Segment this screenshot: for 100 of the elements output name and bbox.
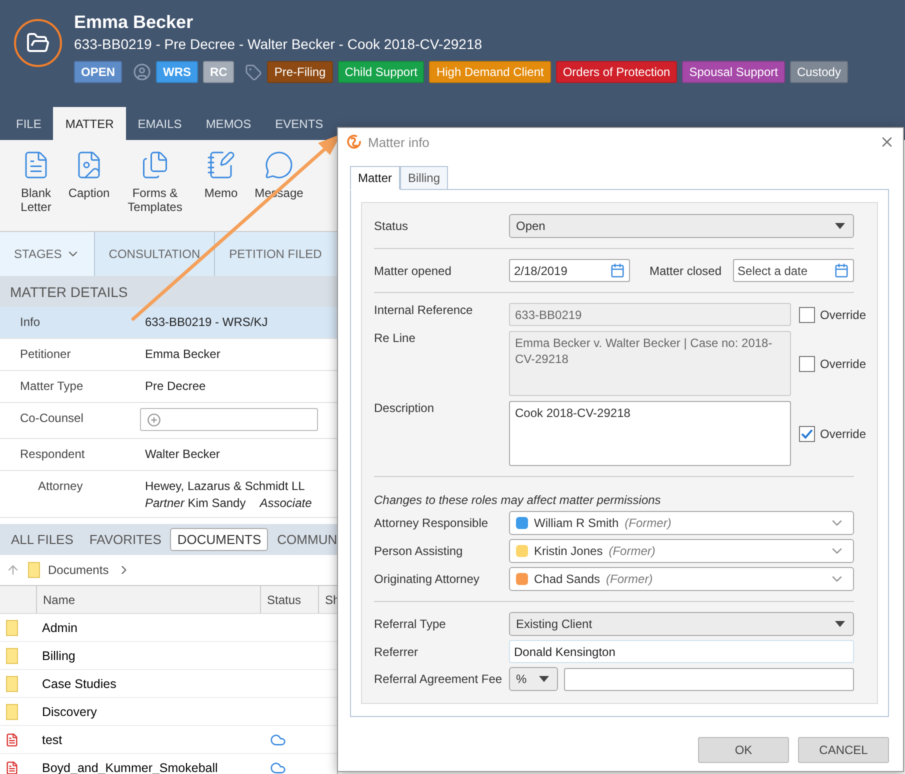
- field-label: Status: [374, 219, 410, 233]
- column-header[interactable]: Status: [260, 586, 318, 613]
- date-field[interactable]: Select a date: [732, 259, 854, 282]
- menu-tab[interactable]: MEMOS: [194, 107, 264, 140]
- folder-icon: [26, 31, 50, 55]
- date-field[interactable]: 2/18/2019: [509, 259, 630, 282]
- dialog-tab[interactable]: Billing: [400, 166, 448, 190]
- menu-tab[interactable]: MATTER: [53, 107, 126, 140]
- menu-tab[interactable]: EMAILS: [126, 107, 194, 140]
- field-label: Description: [374, 401, 436, 415]
- cloud-icon: [270, 760, 286, 774]
- attorney-role: Partner Kim Sandy: [145, 496, 246, 510]
- section-title: MATTER DETAILS: [0, 276, 337, 307]
- field-label: Attorney Responsible: [374, 516, 490, 530]
- readonly-field[interactable]: Emma Becker v. Walter Becker | Case no: 2018-CV-29218: [509, 331, 791, 396]
- file-row[interactable]: test: [0, 726, 337, 754]
- staff-badge: WRS: [156, 61, 198, 83]
- column-header[interactable]: Name: [36, 586, 260, 613]
- detail-row[interactable]: Info 633-BB0219 - WRS/KJ: [0, 307, 337, 339]
- folder-icon: [6, 648, 18, 664]
- override-checkbox[interactable]: [799, 356, 815, 372]
- pdf-icon: [5, 732, 19, 746]
- field-label: Person Assisting: [374, 544, 464, 558]
- folder-icon: [28, 562, 40, 578]
- tag-icon: [245, 64, 262, 80]
- text-area[interactable]: Cook 2018-CV-29218: [509, 401, 791, 466]
- referral-type-select[interactable]: Existing Client: [509, 612, 854, 636]
- ribbon-button[interactable]: Forms & Templates: [120, 150, 190, 231]
- readonly-field[interactable]: 633-BB0219: [509, 303, 791, 326]
- detail-value: Walter Becker: [145, 447, 220, 461]
- fee-input[interactable]: [564, 668, 854, 690]
- role-select[interactable]: William R Smith (Former): [509, 511, 854, 535]
- detail-label: Co-Counsel: [19, 411, 84, 427]
- file-row[interactable]: Discovery: [0, 698, 337, 726]
- file-row[interactable]: Billing: [0, 642, 337, 670]
- tag-badge: Pre-Filing: [267, 61, 333, 83]
- field-label: Referral Type: [374, 617, 447, 631]
- attorney-role: Associate: [260, 496, 312, 510]
- menu-tab[interactable]: FILE: [4, 107, 54, 140]
- dialog-button[interactable]: OK: [698, 737, 789, 763]
- override-checkbox[interactable]: [799, 306, 815, 322]
- documents-view-tab[interactable]: FAVORITES: [82, 528, 168, 551]
- detail-label: Info: [19, 315, 42, 331]
- detail-label: Petitioner: [19, 347, 72, 363]
- dropdown-caret-icon: [539, 676, 549, 682]
- file-name: test: [41, 732, 64, 746]
- field-label: Referrer: [374, 644, 420, 658]
- app-logo-icon: [346, 134, 362, 150]
- tag-badge: Custody: [790, 61, 848, 83]
- field-label: Internal Reference: [374, 303, 474, 317]
- detail-value: 633-BB0219 - WRS/KJ: [145, 315, 268, 329]
- documents-view-tab[interactable]: DOCUMENTS: [170, 528, 268, 551]
- detail-label: Attorney: [37, 479, 84, 495]
- matter-subtitle: 633-BB0219 - Pre Decree - Walter Becker - Cook 2018-CV-29218: [74, 36, 484, 52]
- file-row[interactable]: Case Studies: [0, 670, 337, 698]
- pdf-icon: [5, 760, 19, 774]
- up-arrow-icon: [6, 563, 20, 577]
- dropdown-caret-icon: [835, 223, 845, 229]
- folder-icon: [6, 620, 18, 636]
- field-label: Re Line: [374, 331, 416, 345]
- staff-badge: RC: [203, 61, 234, 83]
- field-label: Originating Attorney: [374, 572, 480, 586]
- role-select[interactable]: Chad Sands (Former): [509, 567, 854, 591]
- field-label: Referral Agreement Fee: [374, 672, 504, 686]
- detail-value: Emma Becker: [145, 347, 220, 361]
- calendar-icon: [610, 263, 626, 278]
- ribbon-button[interactable]: Memo: [194, 150, 248, 231]
- status-select[interactable]: Open: [509, 214, 854, 238]
- field-label: Matter closed: [649, 264, 722, 278]
- breadcrumb-item[interactable]: Documents: [48, 563, 109, 577]
- override-checkbox[interactable]: [799, 426, 815, 442]
- detail-value: Pre Decree: [145, 379, 206, 393]
- detail-value: Hewey, Lazarus & Schmidt LL: [145, 479, 306, 493]
- ribbon-button[interactable]: Caption: [62, 150, 116, 231]
- cloud-icon: [270, 732, 286, 748]
- referrer-input[interactable]: Donald Kensington: [509, 640, 854, 663]
- dialog-button[interactable]: CANCEL: [798, 737, 889, 763]
- dialog-tab[interactable]: Matter: [350, 166, 400, 190]
- stages-dropdown[interactable]: STAGES: [0, 232, 94, 276]
- file-name: Admin: [41, 620, 78, 634]
- detail-label: Matter Type: [19, 379, 84, 395]
- matter-name: Emma Becker: [74, 12, 194, 33]
- detail-label: Respondent: [19, 447, 86, 463]
- documents-view-tab[interactable]: ALL FILES: [4, 528, 80, 551]
- fee-unit-select[interactable]: %: [509, 667, 558, 691]
- file-row[interactable]: Admin: [0, 614, 337, 642]
- roles-note: Changes to these roles may affect matter permissions: [374, 493, 662, 507]
- ribbon-button[interactable]: Blank Letter: [14, 150, 58, 231]
- folder-icon: [6, 676, 18, 692]
- override-label: Override: [820, 356, 866, 370]
- menu-tab[interactable]: EVENTS: [263, 107, 336, 140]
- tag-badge: Spousal Support: [682, 61, 785, 83]
- folder-icon: [6, 704, 18, 720]
- co-counsel-field[interactable]: [140, 408, 318, 431]
- role-select[interactable]: Kristin Jones (Former): [509, 539, 854, 563]
- status-badge: OPEN: [74, 61, 122, 83]
- file-name: Billing: [41, 648, 76, 662]
- tag-badge: Child Support: [338, 61, 424, 83]
- tag-badge: High Demand Client: [429, 61, 551, 83]
- file-name: Boyd_and_Kummer_Smokeball: [41, 760, 219, 774]
